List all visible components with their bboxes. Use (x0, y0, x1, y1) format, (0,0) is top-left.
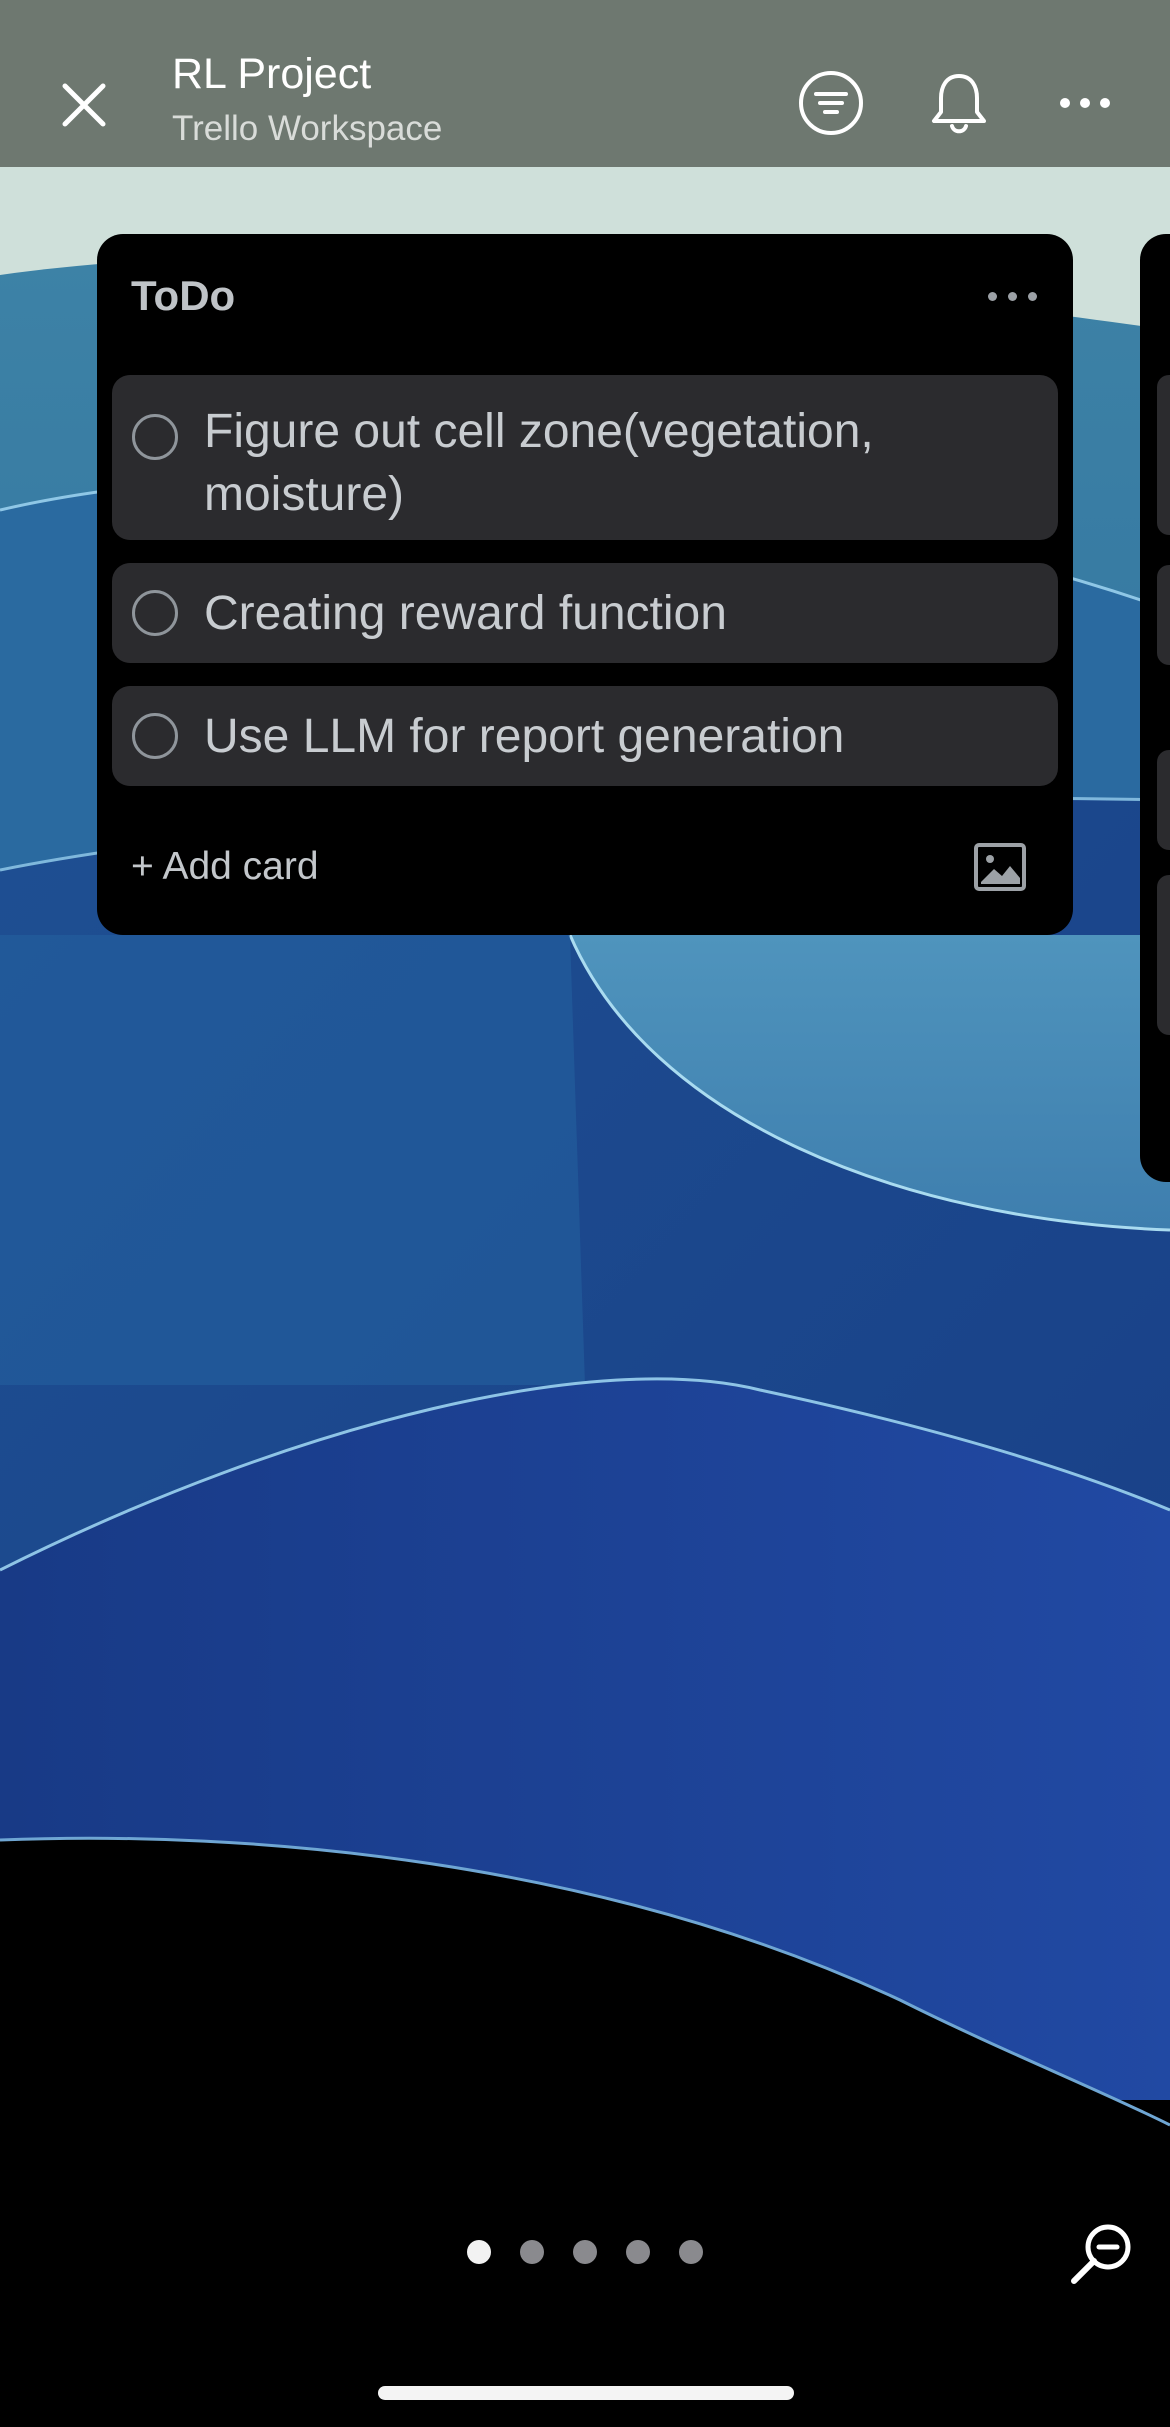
close-button[interactable] (52, 73, 116, 137)
close-icon (62, 83, 106, 127)
more-button[interactable] (1048, 66, 1122, 140)
page-dot[interactable] (679, 2240, 703, 2264)
workspace-name: Trello Workspace (172, 109, 443, 148)
card[interactable]: Creating reward function (112, 563, 1058, 663)
list-todo: ToDo Figure out cell zone(vegetation, mo… (97, 234, 1073, 935)
title-block: RL Project Trello Workspace (172, 48, 442, 150)
filter-button[interactable] (794, 66, 868, 140)
card[interactable] (1157, 750, 1170, 850)
card-checkbox[interactable] (132, 590, 178, 636)
page-dot[interactable] (520, 2240, 544, 2264)
card[interactable] (1157, 375, 1170, 535)
zoom-out-icon (1071, 2224, 1131, 2284)
zoom-button[interactable] (1066, 2219, 1136, 2289)
card-title: Creating reward function (204, 587, 727, 640)
board-title: RL Project (172, 50, 372, 98)
bell-icon (932, 74, 986, 134)
page-dot[interactable] (573, 2240, 597, 2264)
card[interactable]: Figure out cell zone(vegetation, moistur… (112, 375, 1058, 540)
card[interactable] (1157, 565, 1170, 665)
add-card-button[interactable]: + Add card (131, 845, 319, 889)
card-checkbox[interactable] (132, 713, 178, 759)
image-icon (974, 843, 1026, 891)
card-title: Figure out cell zone(vegetation, moistur… (204, 405, 874, 521)
page-dot[interactable] (467, 2240, 491, 2264)
card[interactable] (1157, 875, 1170, 1035)
list-title[interactable]: ToDo (131, 272, 235, 320)
card-checkbox[interactable] (132, 414, 178, 460)
list-menu-button[interactable] (988, 292, 1037, 301)
more-icon (988, 292, 997, 301)
card[interactable]: Use LLM for report generation (112, 686, 1058, 786)
card-title: Use LLM for report generation (204, 710, 845, 763)
board-header: RL Project Trello Workspace (0, 0, 1170, 167)
home-indicator[interactable] (378, 2386, 794, 2400)
page-dot[interactable] (626, 2240, 650, 2264)
notifications-button[interactable] (922, 66, 996, 140)
filter-icon (799, 71, 863, 135)
page-indicator (0, 2237, 1170, 2267)
more-icon (1060, 98, 1110, 108)
add-image-card-button[interactable] (973, 842, 1027, 892)
